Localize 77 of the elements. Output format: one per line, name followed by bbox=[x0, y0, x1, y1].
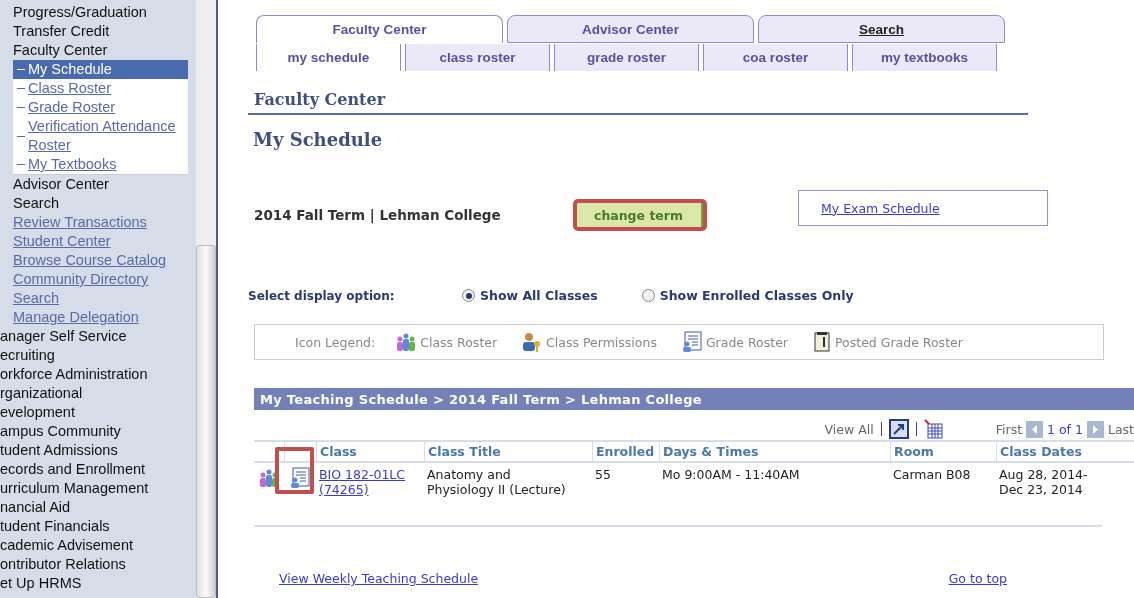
class-link[interactable]: BIO 182-01LC (74265) bbox=[319, 467, 421, 497]
page-range: 1 of 1 bbox=[1047, 421, 1083, 437]
people-icon bbox=[395, 331, 418, 353]
legend-text: Posted Grade Roster bbox=[835, 334, 963, 350]
sidebar-item: anager Self Service bbox=[0, 327, 128, 346]
sub-tab[interactable]: grade roster bbox=[554, 44, 699, 71]
sidebar-item: evelopment bbox=[0, 403, 76, 422]
legend-text: Class Permissions bbox=[546, 334, 657, 350]
weekly-schedule-link[interactable]: View Weekly Teaching Schedule bbox=[279, 571, 479, 586]
change-term-button[interactable]: change term bbox=[576, 202, 704, 228]
column-header: Enrolled bbox=[592, 440, 659, 463]
submenu-item[interactable]: Class Roster bbox=[13, 79, 188, 98]
document-person-icon[interactable] bbox=[289, 467, 311, 489]
document-person-icon[interactable] bbox=[680, 331, 703, 353]
sidebar-item: urriculum Management bbox=[0, 479, 150, 498]
column-header: Room bbox=[890, 440, 996, 463]
column-header: Days & Times bbox=[659, 440, 890, 463]
grid-icon[interactable] bbox=[923, 419, 944, 439]
sub-tab[interactable]: my textbooks bbox=[852, 44, 997, 71]
table-cell: Aug 28, 2014-Dec 23, 2014 bbox=[996, 463, 1102, 527]
sidebar-link[interactable]: Browse Course Catalog bbox=[0, 251, 196, 270]
sidebar-link[interactable]: Manage Delegation bbox=[0, 308, 196, 327]
sidebar-link[interactable]: Student Center bbox=[0, 232, 196, 251]
submenu-item[interactable]: My Textbooks bbox=[13, 155, 188, 174]
sidebar-item: tudent Financials bbox=[0, 517, 111, 536]
submenu-item[interactable]: Verification Attendance Roster bbox=[13, 117, 188, 155]
term-label: 2014 Fall Term | Lehman College bbox=[254, 207, 502, 223]
document-icon bbox=[812, 331, 832, 353]
sidebar-item: ampus Community bbox=[0, 422, 122, 441]
submenu-item[interactable]: Grade Roster bbox=[13, 98, 188, 117]
table-cell: Mo 9:00AM - 11:40AM bbox=[659, 463, 890, 527]
sub-tab[interactable]: my schedule bbox=[256, 44, 401, 71]
sidebar-item: ecruiting bbox=[0, 346, 56, 365]
sidebar-link[interactable]: Review Transactions bbox=[0, 213, 196, 232]
column-header: Class Title bbox=[424, 440, 592, 463]
sidebar-link[interactable]: Search bbox=[0, 289, 196, 308]
schedule-title: My Teaching Schedule > 2014 Fall Term > Lehman College bbox=[260, 391, 702, 407]
sidebar-item: nancial Aid bbox=[0, 498, 72, 517]
sidebar-item: Search bbox=[12, 194, 60, 213]
legend-text: Grade Roster bbox=[705, 334, 788, 350]
sub-tab[interactable]: coa roster bbox=[703, 44, 848, 71]
sidebar-item: orkforce Administration bbox=[0, 365, 149, 384]
sidebar-item: Faculty Center bbox=[12, 41, 109, 60]
tab[interactable]: Faculty Center bbox=[256, 15, 503, 43]
exam-schedule-link[interactable]: My Exam Schedule bbox=[821, 200, 940, 216]
sidebar-item: Transfer Credit bbox=[12, 22, 111, 41]
sidebar-item: tudent Admissions bbox=[0, 441, 119, 460]
column-header: Class Dates bbox=[996, 440, 1134, 463]
section-title: Faculty Center bbox=[254, 90, 386, 109]
go-to-top-link[interactable]: Go to top bbox=[948, 571, 1007, 586]
sidebar-item: ecords and Enrollment bbox=[0, 460, 147, 479]
view-all-link[interactable]: View All bbox=[824, 421, 874, 437]
radio-icon[interactable] bbox=[462, 289, 475, 302]
sidebar-item: Progress/Graduation bbox=[12, 3, 148, 22]
zoom-icon[interactable] bbox=[888, 419, 909, 439]
tab[interactable]: Advisor Center bbox=[507, 15, 754, 43]
submenu-item[interactable]: My Schedule bbox=[13, 60, 188, 79]
sidebar-item: rganizational bbox=[0, 384, 84, 403]
sidebar-item: ontributor Relations bbox=[0, 555, 127, 574]
radio-icon[interactable] bbox=[641, 289, 655, 302]
table-cell: Anatomy and Physiology II (Lecture) bbox=[424, 463, 592, 527]
sidebar-link[interactable]: Community Directory bbox=[0, 270, 196, 289]
page-title: My Schedule bbox=[253, 129, 383, 150]
sidebar-item: Advisor Center bbox=[12, 175, 110, 194]
legend-text: Class Roster bbox=[420, 334, 498, 350]
legend-label: Icon Legend: bbox=[295, 334, 376, 350]
scrollbar[interactable] bbox=[196, 0, 218, 598]
table-cell: 55 bbox=[592, 463, 659, 527]
sidebar-item: cademic Advisement bbox=[0, 536, 134, 555]
column-header: Class bbox=[316, 440, 424, 463]
sidebar-item: et Up HRMS bbox=[0, 574, 83, 593]
table-cell: Carman B08 bbox=[890, 463, 996, 527]
display-option-label: Select display option: bbox=[248, 288, 396, 303]
sub-tab[interactable]: class roster bbox=[405, 44, 550, 71]
last-label: Last bbox=[1107, 421, 1134, 437]
first-label: First bbox=[995, 421, 1023, 437]
tab[interactable]: Search bbox=[758, 15, 1005, 43]
